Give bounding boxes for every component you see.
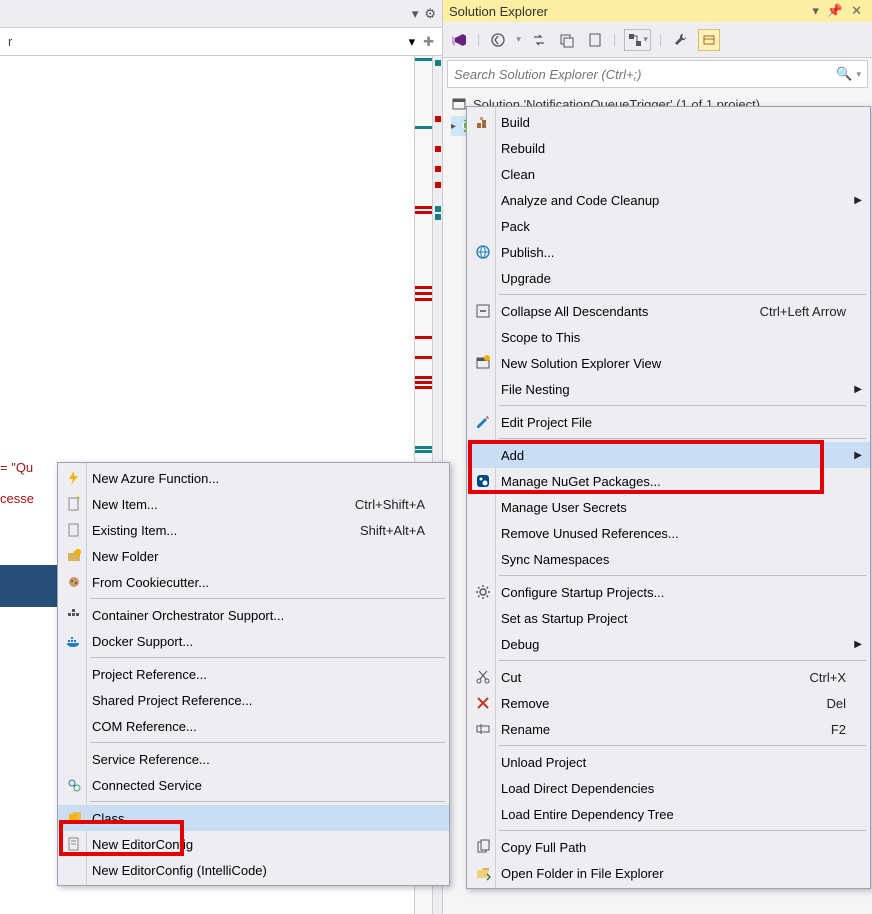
- solution-icon: [451, 96, 467, 112]
- add-submenu: New Azure Function... New Item...Ctrl+Sh…: [57, 462, 450, 886]
- menu-connected-service[interactable]: Connected Service: [58, 772, 449, 798]
- panel-title-text: Solution Explorer: [449, 4, 548, 19]
- menu-load-tree[interactable]: Load Entire Dependency Tree: [467, 801, 870, 827]
- code-fragment: = "Qu cesse: [0, 460, 34, 507]
- menu-nuget[interactable]: Manage NuGet Packages...: [467, 468, 870, 494]
- new-folder-icon: [66, 548, 82, 564]
- project-context-menu: Build Rebuild Clean Analyze and Code Cle…: [466, 106, 871, 889]
- build-icon: [475, 114, 491, 130]
- home-icon[interactable]: [449, 30, 469, 50]
- collapse-icon: [475, 303, 491, 319]
- nuget-icon: [475, 473, 491, 489]
- rename-icon: [475, 721, 491, 737]
- menu-sync-ns[interactable]: Sync Namespaces: [467, 546, 870, 572]
- cookiecutter-icon: [66, 574, 82, 590]
- menu-open-explorer[interactable]: Open Folder in File Explorer: [467, 860, 870, 886]
- menu-edit-project[interactable]: Edit Project File: [467, 409, 870, 435]
- menu-new-se-view[interactable]: New Solution Explorer View: [467, 350, 870, 376]
- menu-publish[interactable]: Publish...: [467, 239, 870, 265]
- split-editor-icon[interactable]: ✚: [419, 34, 438, 50]
- menu-rebuild[interactable]: Rebuild: [467, 135, 870, 161]
- menu-cfg-startup[interactable]: Configure Startup Projects...: [467, 579, 870, 605]
- chevron-down-icon[interactable]: ▾: [856, 69, 861, 80]
- editor-titlebar: ▾ ⚙: [0, 0, 442, 28]
- menu-unload[interactable]: Unload Project: [467, 749, 870, 775]
- menu-cut[interactable]: CutCtrl+X: [467, 664, 870, 690]
- chevron-down-icon[interactable]: ▾: [412, 6, 419, 22]
- menu-scope[interactable]: Scope to This: [467, 324, 870, 350]
- menu-existing-item[interactable]: Existing Item...Shift+Alt+A: [58, 517, 449, 543]
- submenu-arrow-icon: ▶: [854, 450, 862, 461]
- menu-project-reference[interactable]: Project Reference...: [58, 661, 449, 687]
- menu-load-direct[interactable]: Load Direct Dependencies: [467, 775, 870, 801]
- window-icon: [475, 355, 491, 371]
- azure-function-icon: [66, 470, 82, 486]
- menu-add[interactable]: Add▶: [467, 442, 870, 468]
- menu-analyze[interactable]: Analyze and Code Cleanup▶: [467, 187, 870, 213]
- menu-com-reference[interactable]: COM Reference...: [58, 713, 449, 739]
- sync-icon[interactable]: [529, 30, 549, 50]
- menu-build[interactable]: Build: [467, 109, 870, 135]
- preview-icon[interactable]: [698, 29, 720, 51]
- menu-editorconfig-intellicode[interactable]: New EditorConfig (IntelliCode): [58, 857, 449, 883]
- pin-icon[interactable]: 📌: [823, 3, 847, 19]
- menu-remove[interactable]: RemoveDel: [467, 690, 870, 716]
- menu-cookiecutter[interactable]: From Cookiecutter...: [58, 569, 449, 595]
- cut-icon: [475, 669, 491, 685]
- menu-new-azure-function[interactable]: New Azure Function...: [58, 465, 449, 491]
- menu-set-startup[interactable]: Set as Startup Project: [467, 605, 870, 631]
- menu-debug[interactable]: Debug▶: [467, 631, 870, 657]
- folder-open-icon: [475, 865, 491, 881]
- wrench-icon[interactable]: [670, 30, 690, 50]
- docker-icon: [66, 633, 82, 649]
- copy-icon: [475, 839, 491, 855]
- menu-pack[interactable]: Pack: [467, 213, 870, 239]
- menu-editorconfig[interactable]: New EditorConfig: [58, 831, 449, 857]
- search-input[interactable]: [454, 67, 836, 82]
- gear-icon[interactable]: ⚙: [424, 6, 436, 22]
- menu-new-item[interactable]: New Item...Ctrl+Shift+A: [58, 491, 449, 517]
- code-selection: [0, 565, 57, 607]
- editorconfig-icon: [66, 836, 82, 852]
- solution-explorer-toolbar: | ▾ | ▾ |: [443, 22, 872, 58]
- chevron-down-icon[interactable]: ▾: [409, 34, 416, 50]
- menu-collapse[interactable]: Collapse All DescendantsCtrl+Left Arrow: [467, 298, 870, 324]
- close-icon[interactable]: ✕: [847, 3, 866, 19]
- menu-rename[interactable]: RenameF2: [467, 716, 870, 742]
- menu-class[interactable]: Class...: [58, 805, 449, 831]
- remove-icon: [475, 695, 491, 711]
- collapse-icon[interactable]: [557, 30, 577, 50]
- search-icon[interactable]: 🔍: [836, 66, 852, 82]
- menu-clean[interactable]: Clean: [467, 161, 870, 187]
- menu-docker-support[interactable]: Docker Support...: [58, 628, 449, 654]
- view-toggle-icon[interactable]: ▾: [624, 29, 651, 51]
- solution-explorer-title: Solution Explorer ▾ 📌 ✕: [443, 0, 872, 22]
- existing-item-icon: [66, 522, 82, 538]
- menu-remove-unused[interactable]: Remove Unused References...: [467, 520, 870, 546]
- menu-file-nesting[interactable]: File Nesting▶: [467, 376, 870, 402]
- menu-upgrade[interactable]: Upgrade: [467, 265, 870, 291]
- gear-icon: [475, 584, 491, 600]
- new-item-icon: [66, 496, 82, 512]
- submenu-arrow-icon: ▶: [854, 639, 862, 650]
- solution-explorer-search[interactable]: 🔍 ▾: [447, 60, 868, 88]
- menu-secrets[interactable]: Manage User Secrets: [467, 494, 870, 520]
- navigation-bar: ▾ ✚: [0, 28, 442, 56]
- submenu-arrow-icon: ▶: [854, 195, 862, 206]
- member-dropdown[interactable]: [4, 31, 405, 53]
- back-nav-icon[interactable]: [488, 30, 508, 50]
- menu-shared-project-reference[interactable]: Shared Project Reference...: [58, 687, 449, 713]
- submenu-arrow-icon: ▶: [854, 384, 862, 395]
- edit-icon: [475, 414, 491, 430]
- publish-icon: [475, 244, 491, 260]
- menu-new-folder[interactable]: New Folder: [58, 543, 449, 569]
- menu-copy-path[interactable]: Copy Full Path: [467, 834, 870, 860]
- show-all-icon[interactable]: [585, 30, 605, 50]
- menu-service-reference[interactable]: Service Reference...: [58, 746, 449, 772]
- menu-container-support[interactable]: Container Orchestrator Support...: [58, 602, 449, 628]
- class-icon: [66, 810, 82, 826]
- dropdown-icon[interactable]: ▾: [808, 3, 823, 19]
- connected-service-icon: [66, 777, 82, 793]
- container-icon: [66, 607, 82, 623]
